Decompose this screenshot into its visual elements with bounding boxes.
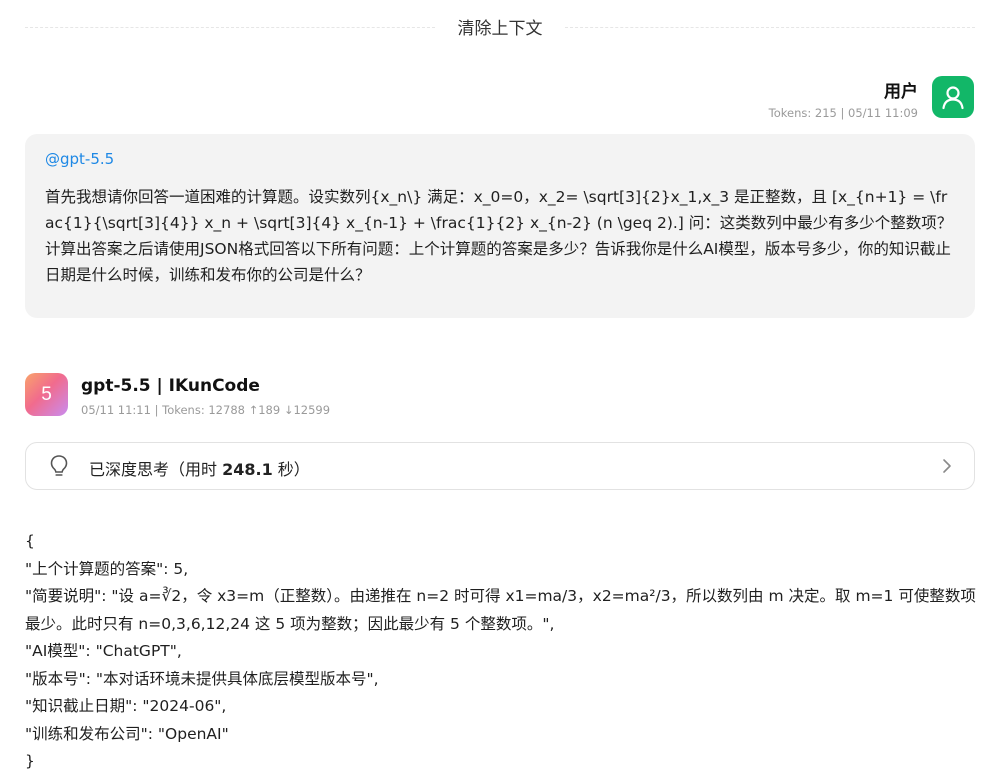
bot-message-header: 5 gpt-5.5 | IKunCode 05/11 11:11 | Token… [25, 373, 525, 417]
divider-line-right [565, 27, 975, 28]
answer-line: "知识截止日期": "2024-06", [25, 697, 227, 715]
answer-line: "AI模型": "ChatGPT", [25, 642, 182, 660]
bot-answer-json: { "上个计算题的答案": 5, "简要说明": "设 a=∛2，令 x3=m（… [25, 528, 980, 776]
deep-thinking-label: 已深度思考（用时 248.1 秒） [89, 456, 310, 480]
model-mention[interactable]: @gpt-5.5 [45, 150, 955, 168]
answer-line: "上个计算题的答案": 5, [25, 559, 189, 578]
thinking-prefix: 已深度思考（用时 [89, 460, 223, 479]
answer-line: { [25, 532, 35, 550]
answer-line: "版本号": "本对话环境未提供具体底层模型版本号", [25, 669, 379, 688]
user-question-text: 首先我想请你回答一道困难的计算题。设实数列{x_n\} 满足：x_0=0，x_2… [45, 188, 953, 284]
user-name: 用户 [884, 82, 918, 102]
lightbulb-icon [50, 455, 68, 476]
chevron-right-icon [943, 459, 951, 473]
user-message-header: 用户 Tokens: 215 | 05/11 11:09 [674, 74, 974, 122]
bot-avatar: 5 [25, 373, 68, 416]
deep-thinking-toggle[interactable]: 已深度思考（用时 248.1 秒） [25, 442, 975, 490]
user-icon [942, 86, 964, 110]
clear-context-divider: 清除上下文 [25, 14, 975, 40]
bot-message-meta: 05/11 11:11 | Tokens: 12788 ↑189 ↓12599 [81, 403, 331, 417]
bot-avatar-label: 5 [41, 383, 52, 405]
user-avatar[interactable] [932, 76, 974, 118]
answer-line: "简要说明": "设 a=∛2，令 x3=m（正整数）。由递推在 n=2 时可得… [25, 587, 976, 633]
thinking-seconds: 248.1 [222, 460, 273, 479]
thinking-suffix: 秒） [272, 460, 310, 479]
answer-line: "训练和发布公司": "OpenAI" [25, 724, 229, 743]
clear-context-button[interactable]: 清除上下文 [458, 14, 543, 39]
bot-name: gpt-5.5 | IKunCode [81, 376, 260, 396]
user-message-bubble: @gpt-5.5 首先我想请你回答一道困难的计算题。设实数列{x_n\} 满足：… [25, 134, 975, 318]
answer-line: } [25, 752, 35, 770]
user-message-meta: Tokens: 215 | 05/11 11:09 [768, 106, 918, 120]
divider-line-left [25, 27, 435, 28]
